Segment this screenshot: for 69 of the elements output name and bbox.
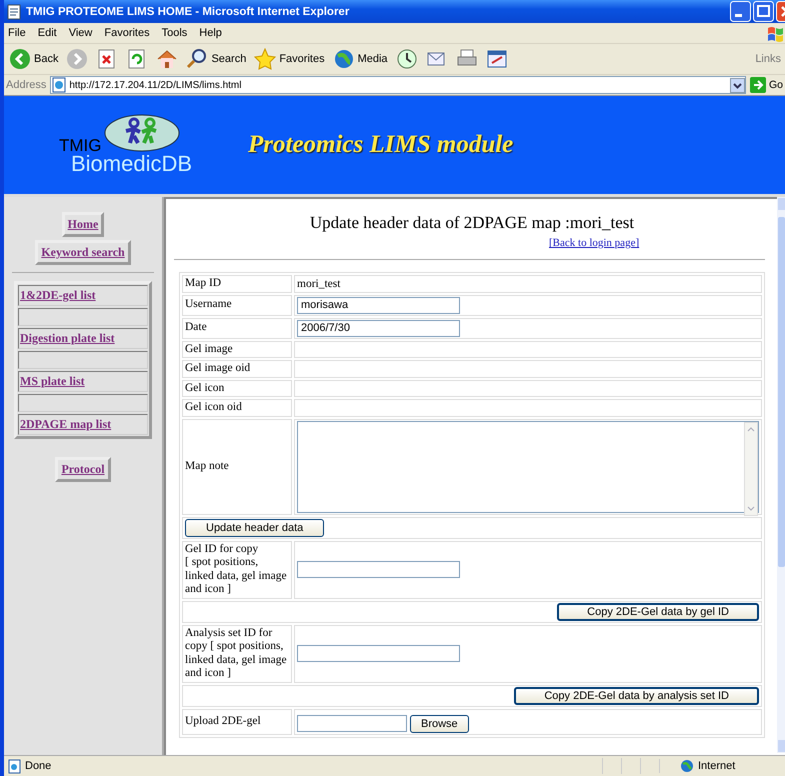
menu-item[interactable]: Favorites: [104, 27, 150, 39]
favorites-icon: [254, 48, 276, 70]
back-link[interactable]: [Back to login page]: [549, 237, 640, 249]
favorites-button[interactable]: Favorites: [253, 47, 326, 71]
browse-button[interactable]: Browse: [410, 714, 469, 732]
action-button[interactable]: Copy 2DE-Gel data by analysis set ID: [514, 686, 759, 704]
menu-item[interactable]: View: [68, 27, 92, 39]
field-label: Gel icon oid: [182, 399, 292, 416]
field-label: Gel image: [182, 340, 292, 358]
go-button[interactable]: Go: [750, 77, 783, 93]
zone-text: Internet: [698, 760, 736, 772]
banner-title: Proteomics LIMS module: [248, 131, 514, 159]
field-value: mori_test: [297, 278, 340, 290]
nav-link[interactable]: Home: [62, 212, 104, 237]
nav-link[interactable]: 2DPAGE map list: [18, 414, 148, 435]
action-button[interactable]: Update header data: [185, 518, 324, 536]
edit-icon: [486, 48, 508, 70]
back-button[interactable]: Back: [8, 47, 60, 71]
home-icon: [156, 48, 178, 70]
dropdown-icon[interactable]: [730, 78, 745, 92]
people-logo-icon: [104, 114, 180, 152]
field-label: Gel ID for copy [ spot positions, linked data, gel image and icon ]: [182, 540, 292, 598]
nav-link[interactable]: Digestion plate list: [18, 328, 148, 349]
input-field[interactable]: morisawa: [297, 296, 460, 314]
back-icon: [9, 48, 31, 70]
minimize-icon[interactable]: [730, 1, 751, 22]
globe-icon: [680, 759, 694, 773]
search-button[interactable]: Search: [185, 47, 248, 71]
history-button[interactable]: [394, 47, 419, 71]
page-icon: [7, 4, 21, 20]
field-label: Date: [182, 318, 292, 338]
input-field[interactable]: [297, 645, 460, 662]
file-field[interactable]: [297, 714, 407, 732]
menu-item[interactable]: File: [8, 27, 26, 39]
input-field[interactable]: [297, 561, 460, 578]
media-icon: [332, 48, 355, 70]
field-label: Gel image oid: [182, 360, 292, 378]
page-icon: [52, 77, 66, 93]
magnifier-icon: [186, 48, 208, 70]
action-button[interactable]: Copy 2DE-Gel data by gel ID: [557, 602, 759, 620]
nav-link[interactable]: MS plate list: [18, 371, 148, 392]
status-text: Done: [25, 760, 52, 772]
logo-text: TMIG: [59, 136, 102, 155]
input-field[interactable]: 2006/7/30: [297, 320, 460, 336]
address-label: Address: [6, 79, 46, 91]
page-icon: [8, 758, 21, 774]
forward-icon: [66, 48, 88, 70]
media-button[interactable]: Media: [332, 47, 389, 71]
page-heading: Update header data of 2DPAGE map :mori_test: [308, 213, 636, 233]
nav-link[interactable]: Protocol: [55, 457, 111, 482]
links-label[interactable]: Links: [755, 53, 781, 65]
field-label: Map ID: [182, 275, 292, 292]
maximize-icon[interactable]: [753, 1, 774, 22]
menu-item[interactable]: Edit: [38, 27, 57, 39]
field-label: Username: [182, 294, 292, 316]
logo-text: BiomedicDB: [71, 152, 194, 176]
field-label: Map note: [182, 418, 292, 514]
scrollbar-icon: [777, 197, 785, 753]
menu-item[interactable]: Tools: [162, 27, 188, 39]
address-field[interactable]: http://172.17.204.11/2D/LIMS/lims.html: [50, 76, 746, 94]
window-title: TMIG PROTEOME LIMS HOME - Microsoft Internet Explorer: [26, 6, 350, 18]
menu-item[interactable]: Help: [199, 27, 222, 39]
nav-link[interactable]: Keyword search: [35, 240, 131, 265]
history-icon: [396, 48, 418, 70]
arrow-icon: [750, 77, 766, 93]
nav-link[interactable]: 1&2DE-gel list: [18, 285, 148, 306]
field-label: Upload 2DE-gel: [182, 708, 292, 734]
field-label: Analysis set ID for copy [ spot positions, linked data, gel image and icon ]: [182, 624, 292, 682]
field-label: Gel icon: [182, 380, 292, 397]
